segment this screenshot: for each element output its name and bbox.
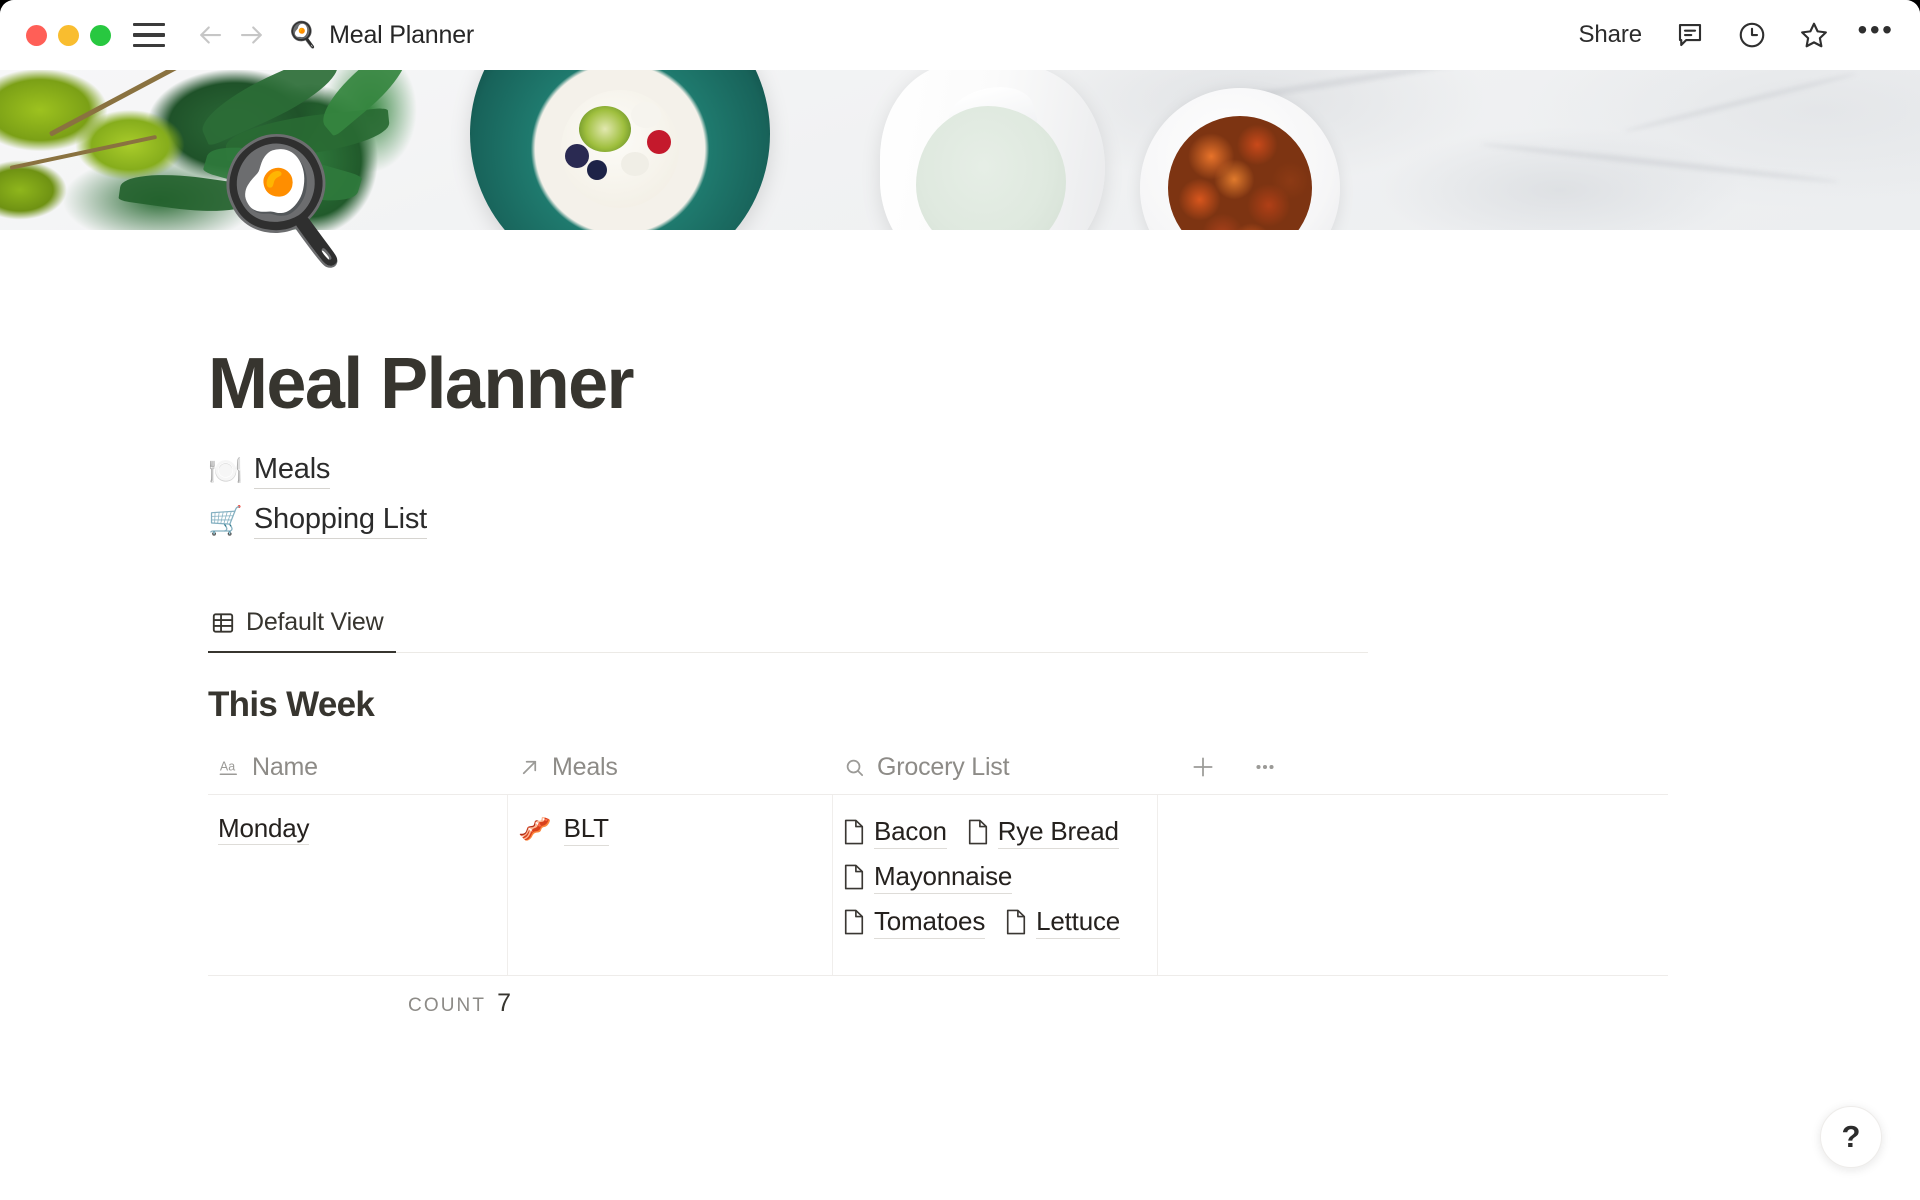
grocery-item-label: Mayonnaise [874, 861, 1012, 894]
page-icon[interactable]: 🍳 [207, 140, 356, 260]
help-button[interactable]: ? [1820, 1106, 1882, 1168]
cell-name[interactable]: Monday [208, 794, 508, 975]
page-document-icon [843, 819, 865, 845]
count-label: Count [408, 994, 487, 1016]
hamburger-icon[interactable] [133, 23, 165, 47]
fried-egg-icon: 🍳 [287, 20, 319, 49]
subpage-links: 🍽️ Meals 🛒 Shopping List [208, 453, 1668, 539]
page-title[interactable]: Meal Planner [208, 348, 1668, 420]
cell-empty[interactable] [1158, 795, 1668, 975]
meal-link-label: BLT [563, 813, 609, 846]
subpage-link-label: Meals [253, 453, 330, 489]
table-row[interactable]: Monday 🥓 BLT Bacon Rye Bread Mayonnaise … [208, 794, 1668, 975]
sidebar-item-shopping-list[interactable]: 🛒 Shopping List [208, 503, 427, 539]
comment-icon[interactable] [1672, 17, 1708, 53]
count-summary[interactable]: Count 7 [408, 989, 511, 1018]
list-item[interactable]: Bacon [843, 813, 947, 852]
count-value: 7 [497, 988, 511, 1017]
svg-text:Aa: Aa [220, 759, 235, 773]
shopping-cart-icon: 🛒 [208, 505, 243, 536]
bowl-contents [561, 90, 679, 208]
clock-icon[interactable] [1734, 17, 1770, 53]
row-page-link[interactable]: Monday [218, 812, 310, 845]
column-header-name[interactable]: Aa Name [208, 741, 508, 794]
page-document-icon [1005, 909, 1027, 935]
grocery-item-label: Lettuce [1036, 906, 1120, 939]
text-type-icon: Aa [218, 756, 241, 779]
ellipsis-icon[interactable]: ••• [1858, 16, 1894, 53]
column-header-grocery-list[interactable]: Grocery List [833, 741, 1158, 794]
arrow-left-icon[interactable] [191, 16, 229, 54]
table-footer: Count 7 [208, 974, 1668, 1031]
relation-arrow-icon [518, 756, 541, 779]
grocery-item-label: Bacon [874, 816, 947, 849]
page-content: Meal Planner 🍽️ Meals 🛒 Shopping List De… [0, 348, 1920, 1031]
grocery-item-label: Tomatoes [874, 906, 985, 939]
breadcrumb-title: Meal Planner [329, 20, 475, 49]
cell-meals[interactable]: 🥓 BLT [508, 794, 833, 975]
cell-grocery-list[interactable]: Bacon Rye Bread Mayonnaise Tomatoes Lett… [833, 794, 1158, 975]
window-titlebar: 🍳 Meal Planner Share ••• [0, 0, 1920, 70]
close-window-button[interactable] [26, 24, 47, 46]
table-header-row: Aa Name Meals Grocery List [208, 741, 1668, 795]
rollup-search-icon [843, 756, 866, 779]
traffic-light-controls [26, 24, 111, 46]
zoom-window-button[interactable] [90, 24, 111, 46]
table-more-options-icon[interactable] [1248, 750, 1282, 784]
sidebar-item-meals[interactable]: 🍽️ Meals [208, 453, 330, 489]
meal-relation-item[interactable]: 🥓 BLT [518, 813, 609, 846]
group-title: This Week [208, 684, 375, 724]
breadcrumb[interactable]: 🍳 Meal Planner [287, 21, 474, 50]
star-icon[interactable] [1796, 17, 1832, 53]
minimize-window-button[interactable] [58, 24, 79, 46]
tab-default-view[interactable]: Default View [208, 605, 396, 653]
page-document-icon [843, 864, 865, 890]
tab-label: Default View [246, 608, 384, 636]
arrow-right-icon[interactable] [233, 16, 271, 54]
titlebar-actions: Share ••• [1574, 16, 1894, 53]
plate-cutlery-icon: 🍽️ [208, 455, 243, 486]
column-header-label: Name [252, 752, 318, 781]
list-item[interactable]: Tomatoes [843, 903, 985, 942]
add-column-button[interactable] [1186, 750, 1220, 784]
column-header-meals[interactable]: Meals [508, 741, 833, 794]
column-header-label: Meals [552, 752, 618, 781]
table-icon [210, 610, 236, 636]
grocery-item-label: Rye Bread [997, 816, 1119, 849]
grocery-items: Bacon Rye Bread Mayonnaise Tomatoes Lett… [843, 813, 1143, 942]
database-view-bar: Default View [208, 605, 1368, 653]
list-item[interactable]: Mayonnaise [843, 858, 1012, 897]
bacon-icon: 🥓 [518, 813, 552, 844]
page-document-icon [843, 909, 865, 935]
share-button[interactable]: Share [1574, 18, 1646, 52]
page-document-icon [967, 819, 989, 845]
subpage-link-label: Shopping List [253, 503, 427, 539]
list-item[interactable]: Rye Bread [967, 813, 1119, 852]
list-item[interactable]: Lettuce [1005, 903, 1120, 942]
fruit-bowl [470, 70, 770, 230]
table-header-actions [1158, 750, 1668, 784]
app-window: 🍳 Meal Planner Share ••• 🍳 Meal Planner … [0, 0, 1920, 1200]
column-header-label: Grocery List [877, 752, 1010, 781]
database-table: Aa Name Meals Grocery List Monday 🥓 BLT … [208, 741, 1668, 1031]
